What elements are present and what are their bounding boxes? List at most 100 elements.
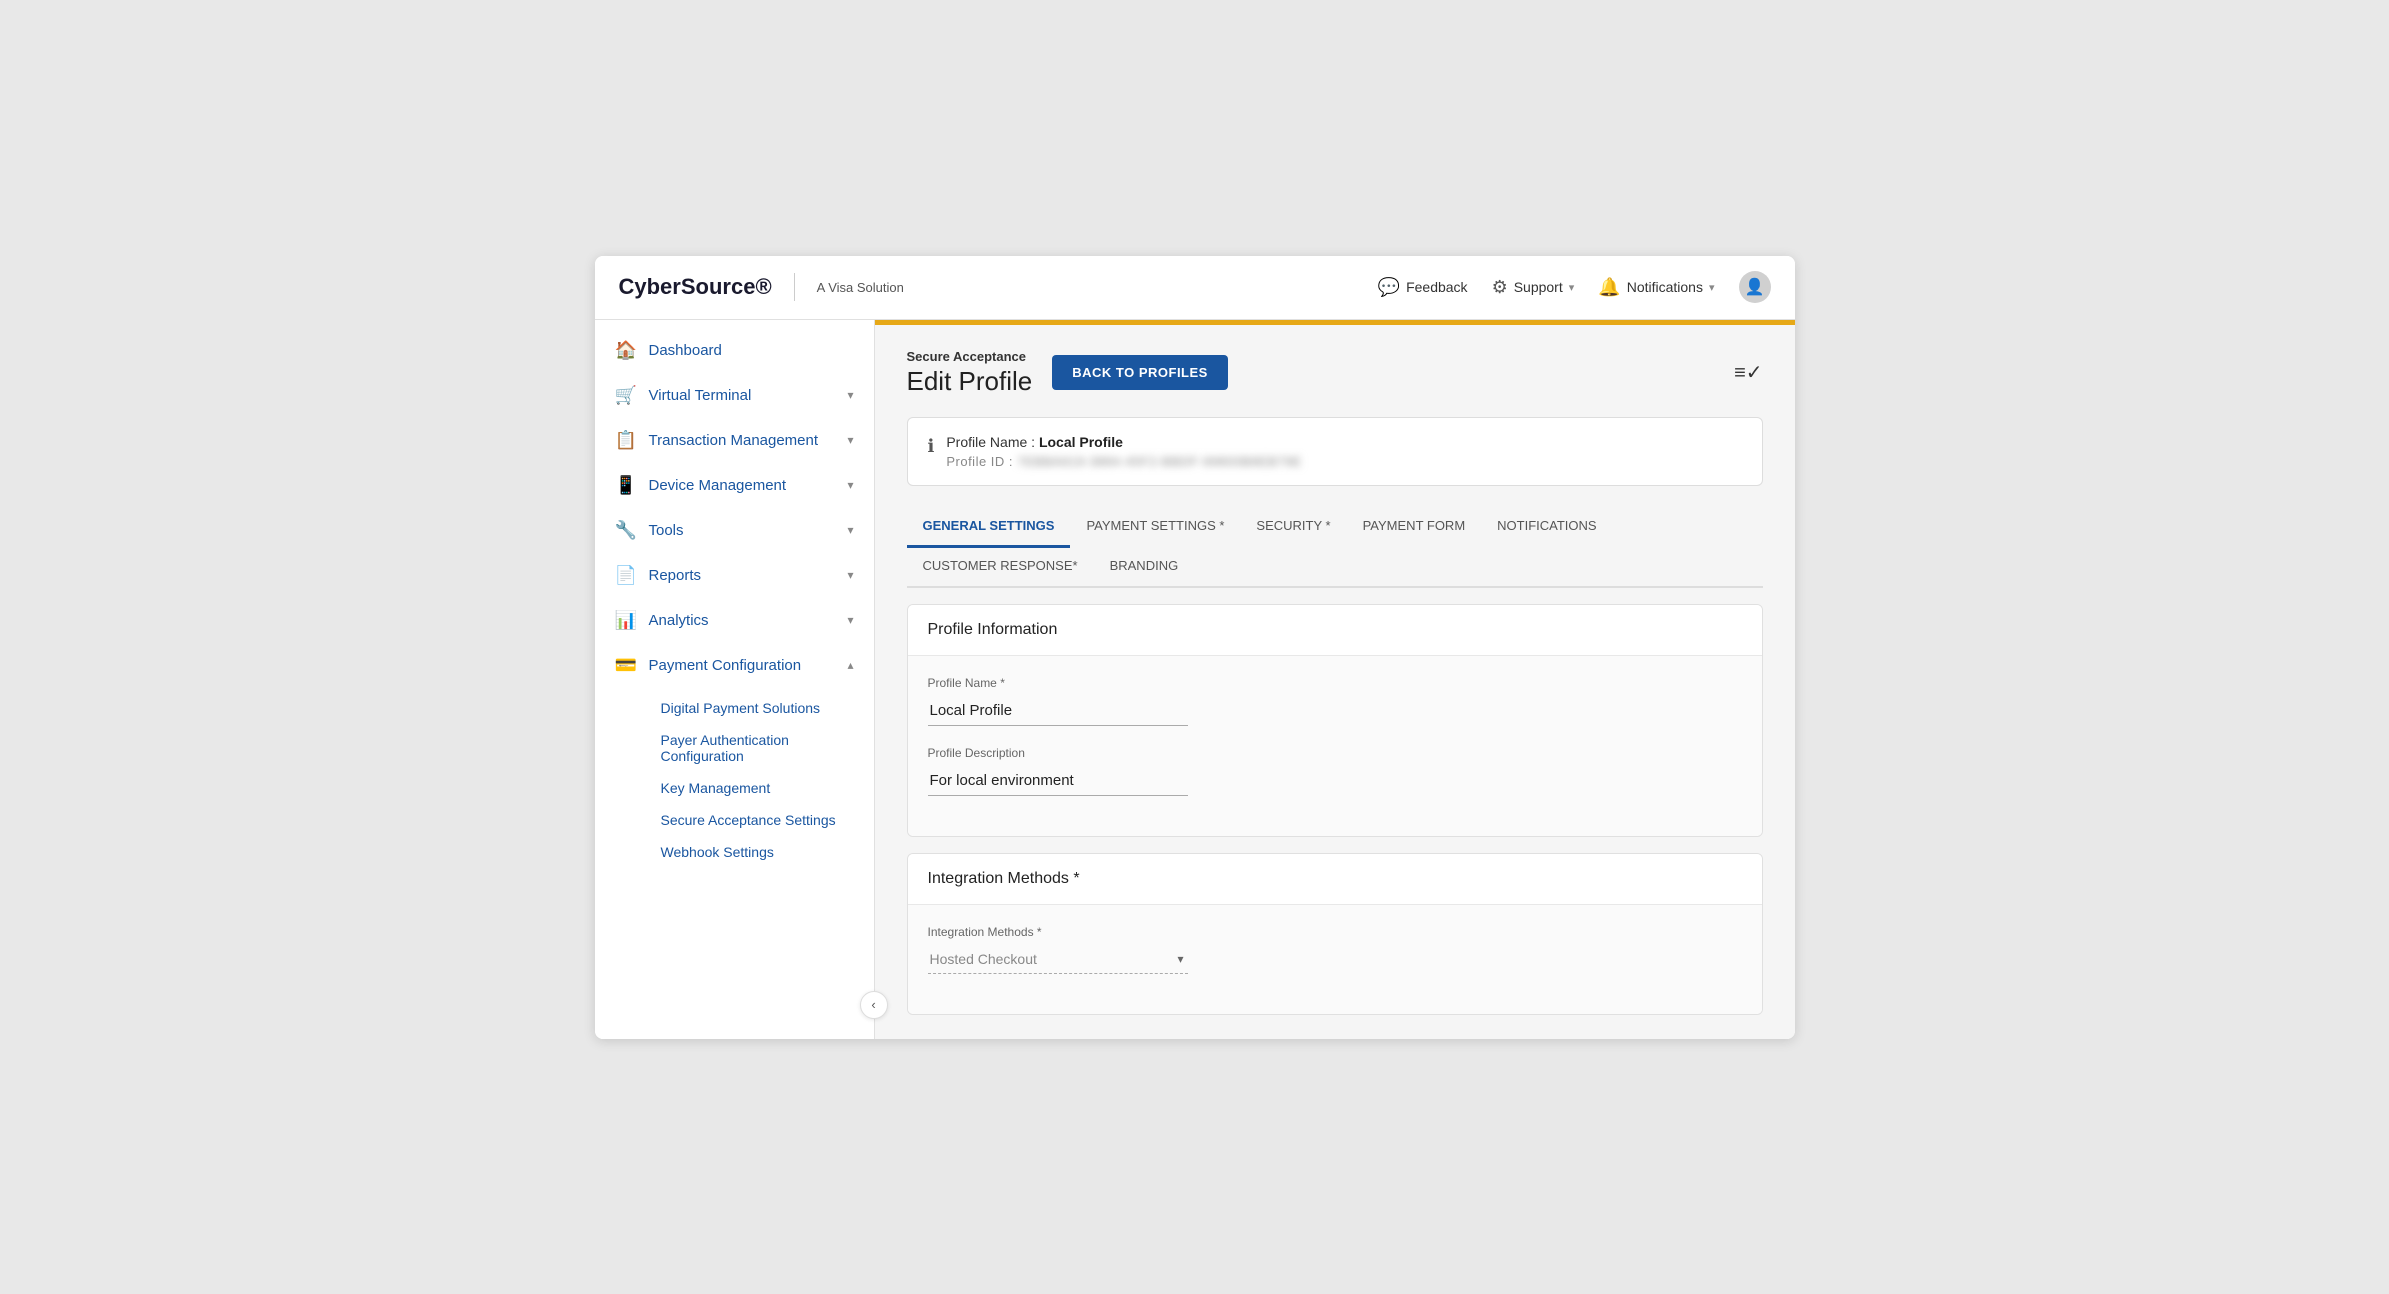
- sidebar-item-device-management[interactable]: 📱 Device Management ▾: [595, 463, 874, 508]
- sidebar-label-virtual-terminal: Virtual Terminal: [649, 387, 836, 404]
- feedback-icon: 💬: [1378, 277, 1400, 298]
- logo-text: CyberSource®: [619, 274, 772, 300]
- sidebar-sub-item-payer-auth[interactable]: Payer Authentication Configuration: [649, 724, 874, 772]
- payment-configuration-icon: 💳: [615, 655, 637, 676]
- page-title-block: Secure Acceptance Edit Profile: [907, 349, 1033, 397]
- sidebar-item-transaction-management[interactable]: 📋 Transaction Management ▾: [595, 418, 874, 463]
- sidebar-label-reports: Reports: [649, 567, 836, 584]
- main-layout: 🏠 Dashboard 🛒 Virtual Terminal ▾ 📋 Trans…: [595, 320, 1795, 1039]
- integration-methods-label: Integration Methods *: [928, 925, 1742, 939]
- user-icon: 👤: [1745, 277, 1765, 297]
- feedback-button[interactable]: 💬 Feedback: [1378, 277, 1468, 298]
- profile-name-input[interactable]: [928, 696, 1188, 726]
- transaction-management-icon: 📋: [615, 430, 637, 451]
- header: CyberSource® A Visa Solution 💬 Feedback …: [595, 256, 1795, 320]
- chevron-down-icon: ▾: [847, 523, 853, 537]
- profile-name-line: Profile Name : Local Profile: [946, 434, 1301, 450]
- integration-methods-body: Integration Methods * Hosted Checkout ▾: [908, 905, 1762, 1014]
- support-label: Support: [1514, 279, 1563, 295]
- sidebar-item-dashboard[interactable]: 🏠 Dashboard: [595, 328, 874, 373]
- checklist-icon[interactable]: ≡✓: [1734, 360, 1762, 385]
- tab-branding[interactable]: BRANDING: [1094, 546, 1195, 588]
- tab-customer-response[interactable]: CUSTOMER RESPONSE*: [907, 546, 1094, 588]
- sidebar-label-tools: Tools: [649, 522, 836, 539]
- device-management-icon: 📱: [615, 475, 637, 496]
- chevron-down-icon: ▾: [847, 433, 853, 447]
- sidebar-sub-item-key-management[interactable]: Key Management: [649, 772, 874, 804]
- sidebar-label-analytics: Analytics: [649, 612, 836, 629]
- profile-information-card: Profile Information Profile Name * Profi…: [907, 604, 1763, 837]
- support-button[interactable]: ⚙ Support ▾: [1492, 277, 1575, 298]
- user-avatar[interactable]: 👤: [1739, 271, 1771, 303]
- sidebar-item-payment-configuration[interactable]: 💳 Payment Configuration ▴: [595, 643, 874, 688]
- info-icon: ℹ: [928, 436, 935, 457]
- chevron-down-icon: ▾: [847, 478, 853, 492]
- tools-icon: 🔧: [615, 520, 637, 541]
- profile-info-text: Profile Name : Local Profile Profile ID …: [946, 434, 1301, 469]
- profile-name-field: Profile Name *: [928, 676, 1742, 726]
- content-area: Secure Acceptance Edit Profile BACK TO P…: [875, 320, 1795, 1039]
- virtual-terminal-icon: 🛒: [615, 385, 637, 406]
- profile-description-field-label: Profile Description: [928, 746, 1742, 760]
- sidebar: 🏠 Dashboard 🛒 Virtual Terminal ▾ 📋 Trans…: [595, 320, 875, 1039]
- sidebar-label-transaction-management: Transaction Management: [649, 432, 836, 449]
- header-logo: CyberSource® A Visa Solution: [619, 273, 904, 301]
- integration-methods-select[interactable]: Hosted Checkout: [928, 945, 1188, 974]
- sidebar-item-reports[interactable]: 📄 Reports ▾: [595, 553, 874, 598]
- sidebar-sub-item-digital-payment[interactable]: Digital Payment Solutions: [649, 692, 874, 724]
- page-header: Secure Acceptance Edit Profile BACK TO P…: [907, 349, 1763, 397]
- back-to-profiles-button[interactable]: BACK TO PROFILES: [1052, 355, 1228, 390]
- sidebar-label-payment-configuration: Payment Configuration: [649, 657, 836, 674]
- profile-id-value: 7EBBA919-3884-45F2-BBDF-99800B8EB79E: [1017, 454, 1302, 469]
- support-chevron-icon: ▾: [1569, 281, 1575, 294]
- notifications-label: Notifications: [1627, 279, 1703, 295]
- app-container: CyberSource® A Visa Solution 💬 Feedback …: [595, 256, 1795, 1039]
- sidebar-sub-item-webhook-settings[interactable]: Webhook Settings: [649, 836, 874, 868]
- logo-divider: [794, 273, 795, 301]
- sidebar-submenu-payment-configuration: Digital Payment Solutions Payer Authenti…: [595, 688, 874, 872]
- notifications-icon: 🔔: [1598, 277, 1620, 298]
- sidebar-item-analytics[interactable]: 📊 Analytics ▾: [595, 598, 874, 643]
- profile-name-value: Local Profile: [1039, 434, 1123, 450]
- feedback-label: Feedback: [1406, 279, 1467, 295]
- profile-info-card: ℹ Profile Name : Local Profile Profile I…: [907, 417, 1763, 486]
- profile-id-label: Profile ID :: [946, 454, 1017, 469]
- chevron-down-icon: ▾: [847, 613, 853, 627]
- collapse-icon: ‹: [871, 997, 875, 1012]
- chevron-down-icon: ▾: [847, 388, 853, 402]
- tab-payment-form[interactable]: PAYMENT FORM: [1347, 506, 1482, 548]
- sidebar-label-device-management: Device Management: [649, 477, 836, 494]
- profile-name-label: Profile Name :: [946, 434, 1039, 450]
- notifications-button[interactable]: 🔔 Notifications ▾: [1598, 277, 1714, 298]
- tab-payment-settings[interactable]: PAYMENT SETTINGS *: [1070, 506, 1240, 548]
- profile-id-line: Profile ID : 7EBBA919-3884-45F2-BBDF-998…: [946, 454, 1301, 469]
- integration-methods-select-wrapper: Hosted Checkout ▾: [928, 945, 1188, 974]
- integration-methods-card: Integration Methods * Integration Method…: [907, 853, 1763, 1015]
- dashboard-icon: 🏠: [615, 340, 637, 361]
- sidebar-collapse-button[interactable]: ‹: [860, 991, 888, 1019]
- profile-description-input[interactable]: [928, 766, 1188, 796]
- integration-methods-field: Integration Methods * Hosted Checkout ▾: [928, 925, 1742, 974]
- tab-security[interactable]: SECURITY *: [1240, 506, 1346, 548]
- reports-icon: 📄: [615, 565, 637, 586]
- profile-tabs: GENERAL SETTINGS PAYMENT SETTINGS * SECU…: [907, 506, 1763, 588]
- chevron-up-icon: ▴: [847, 658, 853, 672]
- content-inner: Secure Acceptance Edit Profile BACK TO P…: [875, 325, 1795, 1039]
- profile-information-body: Profile Name * Profile Description: [908, 656, 1762, 836]
- profile-name-field-label: Profile Name *: [928, 676, 1742, 690]
- sidebar-label-dashboard: Dashboard: [649, 342, 854, 359]
- profile-description-field: Profile Description: [928, 746, 1742, 796]
- support-icon: ⚙: [1492, 277, 1508, 298]
- sidebar-item-tools[interactable]: 🔧 Tools ▾: [595, 508, 874, 553]
- sidebar-sub-item-secure-acceptance[interactable]: Secure Acceptance Settings: [649, 804, 874, 836]
- tab-notifications[interactable]: NOTIFICATIONS: [1481, 506, 1612, 548]
- logo-subtitle: A Visa Solution: [817, 280, 904, 295]
- profile-information-header: Profile Information: [908, 605, 1762, 656]
- list-check-icon: ≡✓: [1734, 362, 1762, 384]
- chevron-down-icon: ▾: [847, 568, 853, 582]
- sidebar-item-virtual-terminal[interactable]: 🛒 Virtual Terminal ▾: [595, 373, 874, 418]
- tab-general-settings[interactable]: GENERAL SETTINGS: [907, 506, 1071, 548]
- integration-methods-header: Integration Methods *: [908, 854, 1762, 905]
- page-title: Edit Profile: [907, 366, 1033, 397]
- analytics-icon: 📊: [615, 610, 637, 631]
